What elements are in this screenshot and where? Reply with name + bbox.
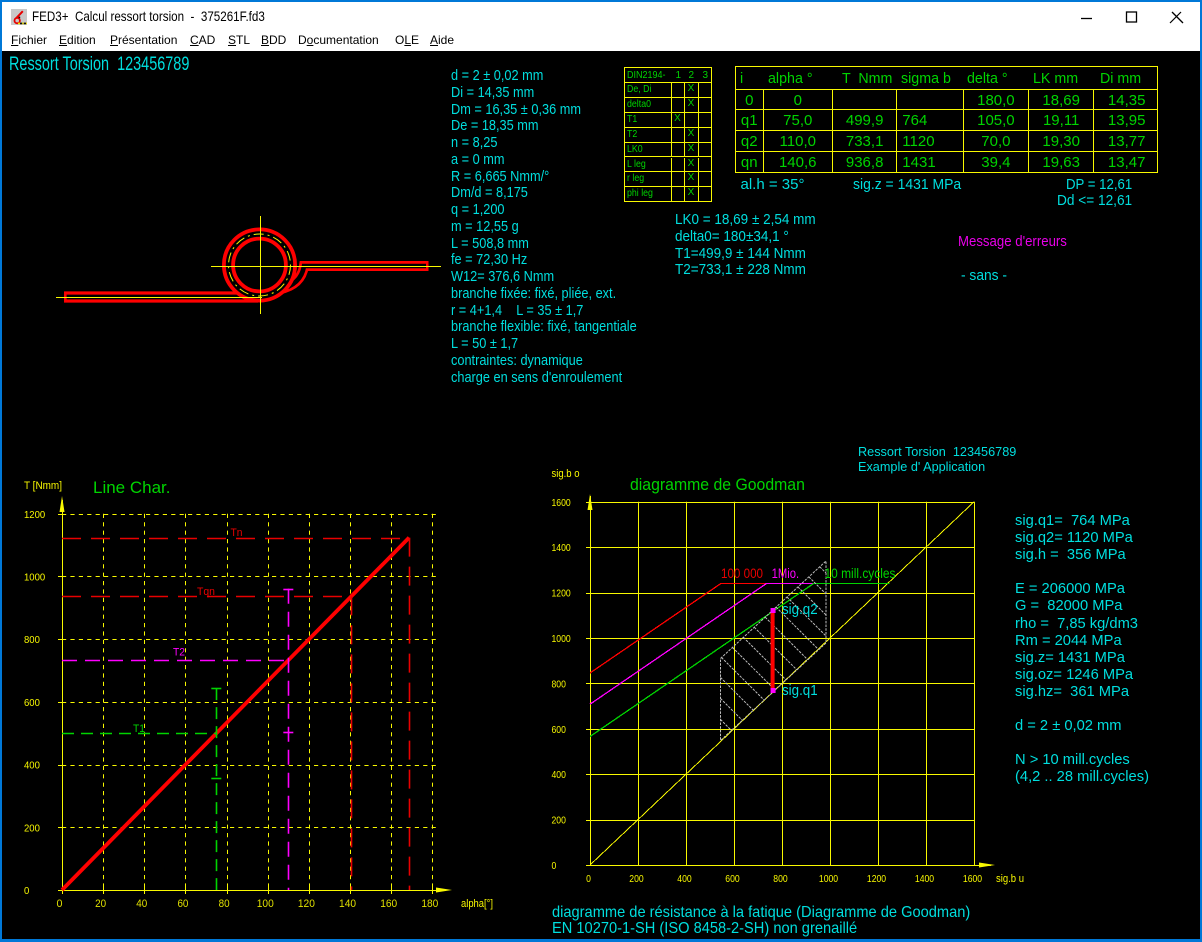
svg-text:1200: 1200	[24, 509, 45, 521]
svg-text:80: 80	[219, 898, 230, 910]
svg-text:140: 140	[339, 898, 356, 910]
svg-text:1600: 1600	[963, 873, 982, 885]
svg-text:40: 40	[136, 898, 147, 910]
svg-text:1200: 1200	[552, 588, 571, 600]
svg-text:1000: 1000	[552, 633, 571, 645]
svg-text:0: 0	[586, 873, 591, 885]
svg-text:100: 100	[257, 898, 274, 910]
svg-text:10 mill.cycles: 10 mill.cycles	[825, 565, 896, 581]
svg-text:1000: 1000	[819, 873, 838, 885]
svg-text:100 000: 100 000	[721, 565, 763, 581]
svg-text:1200: 1200	[867, 873, 886, 885]
svg-text:Tn: Tn	[231, 527, 243, 539]
svg-text:sig.b u: sig.b u	[996, 873, 1024, 885]
svg-text:1Mio.: 1Mio.	[772, 565, 800, 581]
svg-text:T2: T2	[173, 647, 185, 659]
svg-text:0: 0	[552, 860, 557, 872]
svg-text:1600: 1600	[552, 497, 571, 509]
svg-text:200: 200	[24, 822, 40, 834]
svg-text:400: 400	[677, 873, 692, 885]
svg-text:1400: 1400	[915, 873, 934, 885]
svg-text:60: 60	[177, 898, 188, 910]
svg-text:0: 0	[24, 885, 29, 897]
svg-text:1000: 1000	[24, 572, 45, 584]
svg-text:800: 800	[552, 678, 567, 690]
svg-text:600: 600	[24, 697, 40, 709]
svg-text:600: 600	[725, 873, 740, 885]
svg-text:Tqn: Tqn	[197, 586, 215, 598]
svg-text:800: 800	[24, 634, 40, 646]
svg-text:1400: 1400	[552, 542, 571, 554]
svg-text:800: 800	[773, 873, 788, 885]
svg-text:alpha[°]: alpha[°]	[461, 898, 493, 910]
svg-text:sig.b o: sig.b o	[552, 468, 580, 480]
svg-text:200: 200	[552, 815, 567, 827]
svg-text:T1: T1	[133, 723, 145, 735]
svg-text:20: 20	[95, 898, 106, 910]
svg-text:600: 600	[552, 724, 567, 736]
svg-text:180: 180	[421, 898, 438, 910]
svg-text:T [Nmm]: T [Nmm]	[24, 480, 62, 492]
svg-text:160: 160	[380, 898, 397, 910]
svg-text:400: 400	[24, 760, 40, 772]
svg-text:0: 0	[57, 898, 63, 910]
svg-text:120: 120	[298, 898, 315, 910]
svg-text:200: 200	[629, 873, 644, 885]
svg-text:400: 400	[552, 769, 567, 781]
